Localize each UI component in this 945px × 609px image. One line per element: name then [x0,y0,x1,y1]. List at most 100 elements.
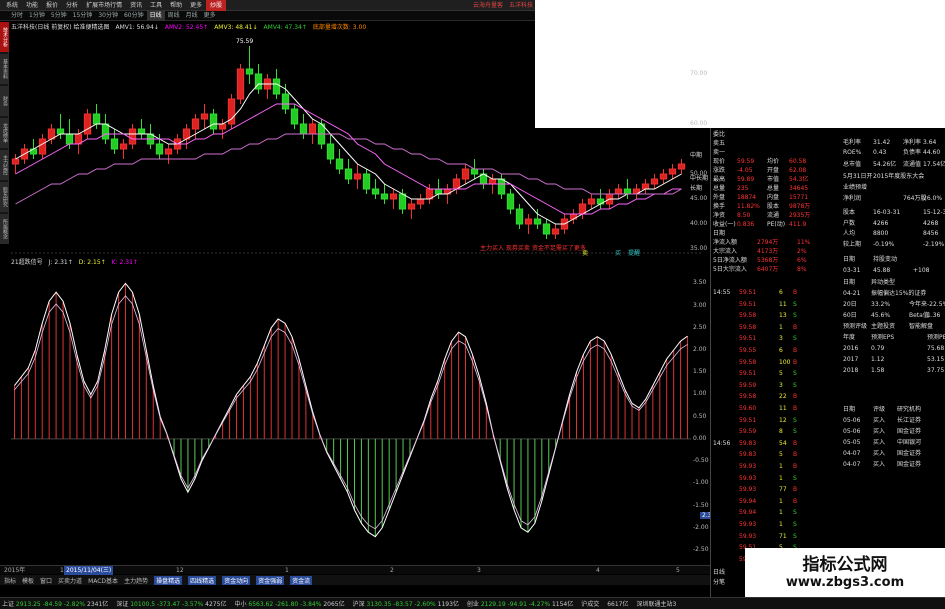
status-index-1[interactable]: 深证 10100.5 -373.47 -3.57% 4275亿 [116,599,226,608]
abn-a-8: 2018 [843,367,859,374]
menubar-right: 云海舟量客 五洋科技 [473,0,533,11]
candle-body-42 [389,193,398,200]
status-index-3[interactable]: 沪深 3130.35 -83.57 -2.60% 1193亿 [353,599,459,608]
menu-item-hot[interactable]: 炒股 [206,0,227,11]
left-tab-4[interactable]: 主力监控 [0,150,9,180]
indicator-tab-10[interactable]: 资金流 [290,575,313,585]
status-val-1: 10100.5 [128,601,156,608]
quote-label-6: 总量 [713,185,726,192]
indicator-tab-3[interactable]: 买卖力道 [58,576,82,585]
fund-val-2: 5368万 [757,257,779,264]
left-tab-2[interactable]: 财务 [0,86,9,116]
indicator-tab-8[interactable]: 资金动向 [222,575,251,585]
menu-item-2[interactable]: 报价 [42,0,62,11]
left-tab-6[interactable]: 所属概念 [0,214,9,244]
tick-flag-1: S [793,300,797,308]
rating-org-1: 长江证券 [897,417,922,424]
quote-label2-7: 内盘 [767,194,780,201]
menu-item-3[interactable]: 分析 [62,0,82,11]
rp-row: 日期 持股变动 [843,255,943,264]
watermark-cn: 指标公式网 [802,554,888,575]
indicator-tab-1[interactable]: 模板 [22,576,34,585]
rating-date-0: 日期 [843,406,856,413]
rp-row: 换手 11.82% 股本 9878万 [713,202,819,211]
indicator-tab-0[interactable]: 指标 [4,576,16,585]
abn-d-2: -22.5% [927,301,945,308]
quote-val1-6: 235 [737,185,749,192]
info-a-2: 总市值 [843,161,862,168]
left-tab-0[interactable]: 技术分析 [0,22,9,52]
status-index-0[interactable]: 上证 2913.25 -84.59 -2.82% 2341亿 [2,599,108,608]
quote-label2-9: 流通 [767,212,780,219]
info-b-3: 2015年度股东大会 [873,173,925,180]
fund-pct-1: 2% [797,248,807,255]
indicator-tab-2[interactable]: 窗口 [40,576,52,585]
period-tab-8[interactable]: 月线 [183,11,201,21]
period-tab-6[interactable]: 日线 [146,10,165,21]
tick-vol-10: 11 [779,405,787,412]
ma-line-AMV1 [15,83,682,225]
rp-row: 人均 8800 8456 [843,229,945,238]
menubar-right-1[interactable]: 五洋科技 [509,0,533,11]
rp-row: ROE% 0.43 负债率 44.60 [843,148,945,157]
tick-price-11: 59.51 [739,416,757,424]
period-tab-0[interactable]: 分时 [8,11,26,21]
period-tab-2[interactable]: 5分钟 [48,11,70,21]
quote-label2-1 [767,139,789,148]
period-tab-4[interactable]: 30分钟 [95,11,121,21]
candlestick-chart[interactable] [11,34,701,256]
rp-row: 04-21 振幅偏达15%的证券 [843,289,945,298]
menu-item-7[interactable]: 帮助 [166,0,186,11]
period-tab-5[interactable]: 60分钟 [121,11,147,21]
tick-price-16: 59.93 [739,474,757,482]
status-pct-3: -2.60% [412,601,436,608]
tick-time-13: 14:56 [713,439,731,447]
tick-price-13: 59.83 [739,439,757,447]
quote-label2-2 [767,148,789,157]
info-c-6 [903,208,923,217]
menu-item-1[interactable]: 功能 [22,0,42,11]
period-tab-1[interactable]: 1分钟 [26,11,48,21]
rating-level-3: 买入 [873,439,886,446]
indicator-tab-5[interactable]: 主力趋势 [124,576,148,585]
indicator-tab-4[interactable]: MACD基本 [88,576,118,585]
period-tab-3[interactable]: 15分钟 [70,11,96,21]
abn-d-4 [927,322,945,331]
indicator-tab-7[interactable]: 四线精选 [188,575,217,585]
tick-price-12: 59.59 [739,428,757,436]
info-a-8: 人均 [843,230,856,237]
quote-val1-5: 59.89 [737,176,755,183]
period-tab-9[interactable]: 更多 [201,11,219,21]
rp-row: 59.59 8 S [713,427,803,436]
menubar-right-0[interactable]: 云海舟量客 [473,0,503,11]
menu-item-8[interactable]: 更多 [186,0,206,11]
rp-row: 大宗流入 4173万 2% [713,247,817,256]
tick-price-19: 59.94 [739,509,757,517]
status-index-4[interactable]: 创业 2129.19 -94.91 -4.27% 1154亿 [467,599,573,608]
status-index-2[interactable]: 中小 6563.62 -261.80 -3.84% 2065亿 [234,599,344,608]
abn-a-3: 60日 [843,312,857,319]
menu-item-4[interactable]: 扩展市场行情 [82,0,126,11]
candle-body-54 [497,178,506,195]
indicator-tab-9[interactable]: 资金强弱 [256,575,285,585]
fund-val-0: 2794万 [757,239,779,246]
oscillator-chart[interactable] [11,258,701,564]
fund-label-1: 大宗流入 [713,248,738,255]
rp-row: 委比 [713,130,819,139]
left-tab-5[interactable]: 股东研究 [0,182,9,212]
rp-row: 净资 8.50 流通 2935万 [713,211,819,220]
candle-body-9 [92,113,101,125]
info-a-0: 毛利率 [843,139,862,146]
menu-item-6[interactable]: 工具 [146,0,166,11]
period-tab-7[interactable]: 周线 [165,11,183,21]
candle-body-56 [515,208,524,225]
menu-item-5[interactable]: 资讯 [126,0,146,11]
fund-pct-3: 8% [797,266,807,273]
abn-d-0 [927,278,945,287]
indicator-tab-6[interactable]: 操盘精选 [154,575,183,585]
rating-date-4: 04-07 [843,450,861,457]
left-tab-3[interactable]: 龙虎榜单 [0,118,9,148]
osc-ytick-7: 0.00 [693,434,707,442]
menu-item-0[interactable]: 系统 [2,0,22,11]
left-tab-1[interactable]: 基本资料 [0,54,9,84]
